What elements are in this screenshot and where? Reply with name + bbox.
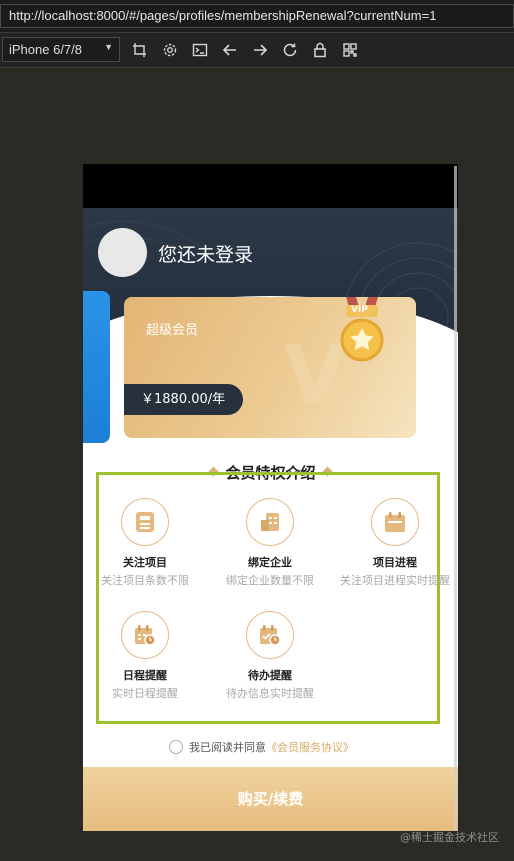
avatar[interactable] [98, 228, 147, 277]
benefit-desc: 待办信息实时提醒 [226, 687, 314, 700]
benefit-name: 待办提醒 [248, 669, 292, 682]
benefit-desc: 关注项目条数不限 [101, 574, 189, 587]
benefit-item[interactable]: 待办提醒 待办信息实时提醒 [208, 611, 332, 701]
agree-radio[interactable] [169, 740, 183, 754]
crop-icon[interactable] [131, 41, 149, 59]
medal-label: VIP [351, 305, 368, 315]
benefit-item[interactable]: 日程提醒 实时日程提醒 [83, 611, 207, 701]
watermark: @稀土掘金技术社区 [400, 831, 499, 844]
buy-renew-button[interactable]: 购买/续费 [83, 767, 458, 831]
settings-icon[interactable] [161, 41, 179, 59]
console-icon[interactable] [191, 41, 209, 59]
url-input[interactable]: http://localhost:8000/#/pages/profiles/m… [0, 4, 514, 28]
scrollbar[interactable] [454, 166, 457, 830]
status-bar [83, 164, 458, 208]
address-bar: http://localhost:8000/#/pages/profiles/m… [0, 0, 514, 33]
service-agreement-link[interactable]: 《会员服务协议》 [266, 741, 354, 754]
benefit-name: 项目进程 [373, 556, 417, 569]
vip-price-badge: ￥1880.00/年 [124, 384, 243, 415]
enterprise-icon [246, 498, 294, 546]
document-icon [121, 498, 169, 546]
agreement-prefix: 我已阅读并同意 [189, 741, 266, 754]
schedule-icon [121, 611, 169, 659]
benefit-item[interactable]: 绑定企业 绑定企业数量不限 [208, 498, 332, 588]
benefit-item[interactable]: 关注项目 关注项目条数不限 [83, 498, 207, 588]
phone-viewport: 您还未登录 V 超级会员 VIP ￥1880.00/年 会员特权介绍 关注项目 … [83, 164, 458, 831]
device-select[interactable]: iPhone 6/7/8 ▼ [2, 37, 120, 62]
benefit-desc: 关注项目进程实时提醒 [340, 574, 450, 587]
calendar-icon [371, 498, 419, 546]
lock-icon[interactable] [311, 41, 329, 59]
reload-icon[interactable] [281, 41, 299, 59]
device-toolbar: iPhone 6/7/8 ▼ [0, 33, 514, 68]
agreement-row[interactable]: 我已阅读并同意《会员服务协议》 [169, 739, 354, 756]
benefit-name: 关注项目 [123, 556, 167, 569]
benefit-desc: 绑定企业数量不限 [226, 574, 314, 587]
benefit-item[interactable]: 项目进程 关注项目进程实时提醒 [333, 498, 457, 588]
benefit-name: 日程提醒 [123, 669, 167, 682]
forward-icon[interactable] [251, 41, 269, 59]
benefit-name: 绑定企业 [248, 556, 292, 569]
chevron-down-icon: ▼ [104, 42, 113, 52]
login-prompt[interactable]: 您还未登录 [158, 240, 253, 267]
vip-card[interactable]: V 超级会员 VIP ￥1880.00/年 [124, 297, 416, 438]
side-card-peek[interactable] [83, 291, 110, 443]
vip-title: 超级会员 [146, 323, 199, 338]
qr-icon[interactable] [341, 41, 359, 59]
back-icon[interactable] [221, 41, 239, 59]
device-select-label: iPhone 6/7/8 [9, 42, 83, 57]
todo-icon [246, 611, 294, 659]
benefit-desc: 实时日程提醒 [112, 687, 178, 700]
